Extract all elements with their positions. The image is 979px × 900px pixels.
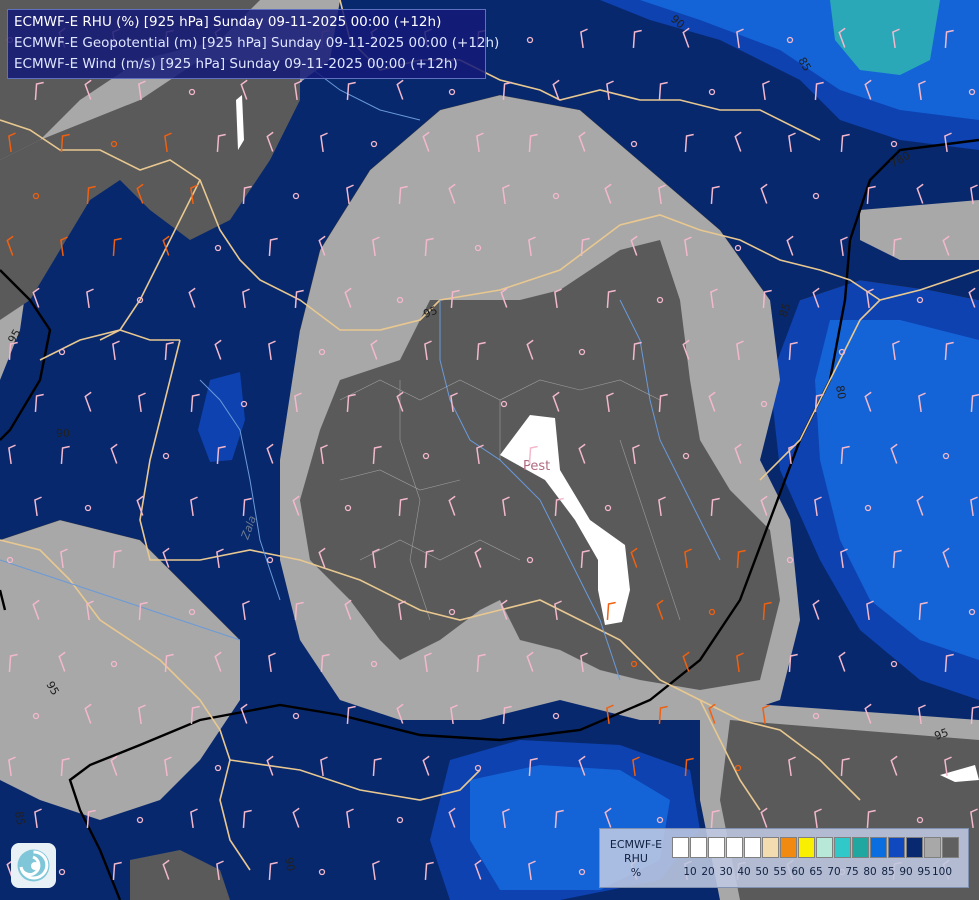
color-legend: ECMWF-E RHU % 10 20 30 40 50 55 60 65 70 75 80 85 90… — [599, 828, 969, 888]
legend-swatch — [744, 837, 761, 858]
legend-swatch — [906, 837, 923, 858]
contour-label-5: 80 — [833, 384, 848, 400]
legend-swatch — [726, 837, 743, 858]
legend-variable: RHU — [624, 852, 648, 865]
legend-swatch — [672, 837, 689, 858]
legend-swatch — [798, 837, 815, 858]
legend-swatch — [852, 837, 869, 858]
legend-swatch — [834, 837, 851, 858]
legend-swatch — [870, 837, 887, 858]
map-title-box: ECMWF-E RHU (%) [925 hPa] Sunday 09-11-2… — [7, 9, 499, 79]
legend-swatch — [942, 837, 959, 858]
legend-swatch — [708, 837, 725, 858]
legend-swatch — [924, 837, 941, 858]
title-wind: ECMWF-E Wind (m/s) [925 hPa] Sunday 09-1… — [14, 56, 458, 72]
legend-unit: % — [630, 866, 642, 879]
legend-swatch — [762, 837, 779, 858]
title-geopotential: ECMWF-E Geopotential (m) [925 hPa] Sunda… — [14, 35, 500, 51]
weather-map: Pest Zala 95 95 90 85 80 85 90 95 95 90 … — [0, 0, 979, 900]
legend-model: ECMWF-E — [609, 838, 663, 851]
legend-swatch — [690, 837, 707, 858]
legend-swatch — [780, 837, 797, 858]
legend-tick-label: 100 — [931, 866, 953, 878]
legend-swatch — [816, 837, 833, 858]
title-rhu: ECMWF-E RHU (%) [925 hPa] Sunday 09-11-2… — [14, 14, 442, 30]
logo — [11, 843, 56, 888]
contour-label-3: 90 — [56, 427, 70, 440]
city-label-pest: Pest — [523, 459, 550, 474]
legend-swatch — [888, 837, 905, 858]
contour-label-7: 90 — [282, 856, 297, 872]
swirl-logo-icon — [17, 849, 50, 882]
contour-label-6: 85 — [12, 810, 27, 826]
